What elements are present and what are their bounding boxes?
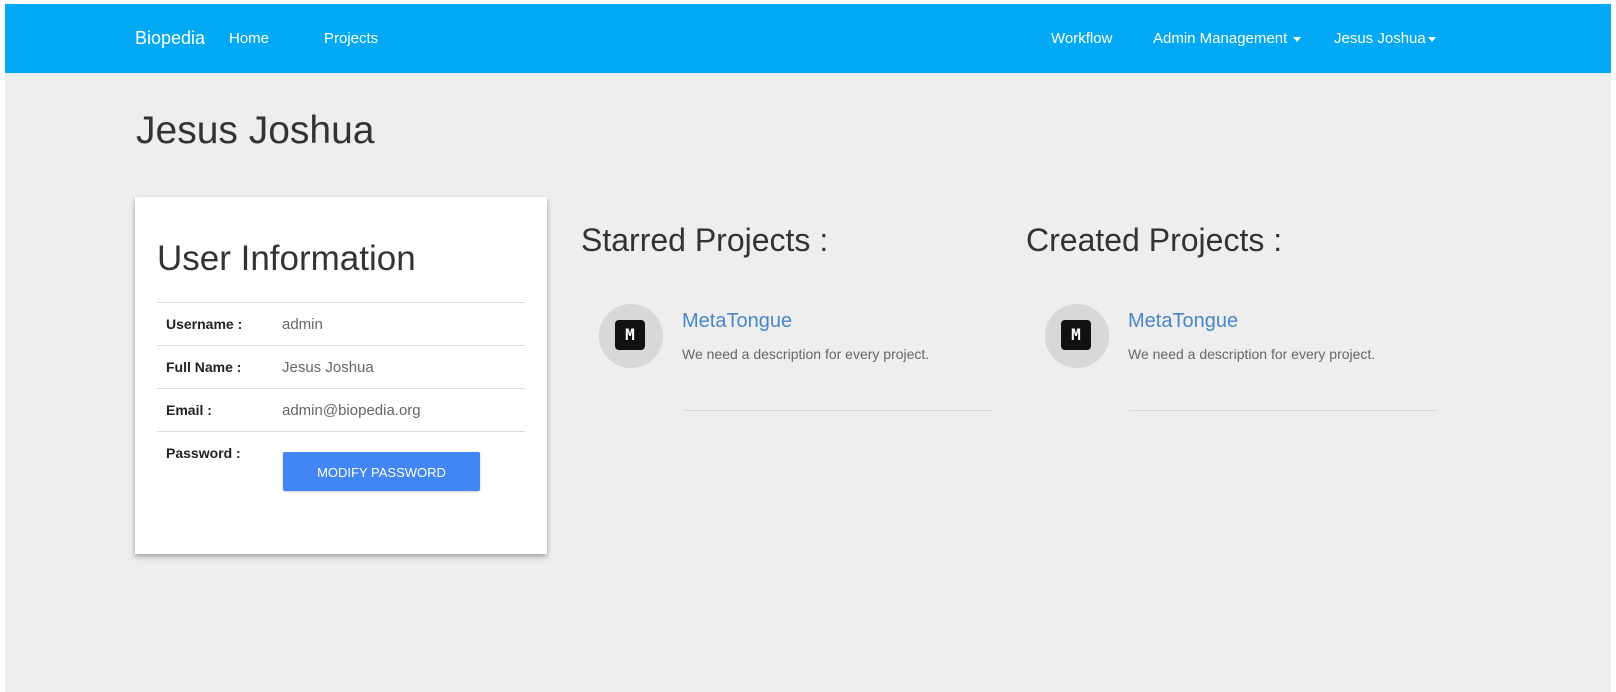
info-row-username: Username : admin <box>157 302 525 345</box>
user-information-title: User Information <box>157 239 416 278</box>
email-label: Email : <box>166 402 212 418</box>
project-description: We need a description for every project. <box>682 346 930 362</box>
project-name-link[interactable]: MetaTongue <box>1128 310 1238 333</box>
user-information-table: Username : admin Full Name : Jesus Joshu… <box>157 302 525 522</box>
username-value: admin <box>282 316 323 333</box>
top-navbar: Biopedia Home Projects Workflow Admin Ma… <box>5 4 1611 73</box>
project-logo-icon: M <box>615 320 645 350</box>
nav-projects-link[interactable]: Projects <box>324 4 378 73</box>
info-row-password: Password : MODIFY PASSWORD <box>157 431 525 522</box>
created-projects-title: Created Projects : <box>1026 222 1283 258</box>
created-project-item: M MetaTongue We need a description for e… <box>1045 302 1445 412</box>
project-logo-icon: M <box>1061 320 1091 350</box>
project-description: We need a description for every project. <box>1128 346 1376 362</box>
modify-password-button[interactable]: MODIFY PASSWORD <box>283 452 480 491</box>
username-label: Username : <box>166 316 243 332</box>
nav-admin-management-dropdown[interactable]: Admin Management <box>1153 4 1302 73</box>
project-avatar: M <box>1045 304 1109 368</box>
app-frame: Biopedia Home Projects Workflow Admin Ma… <box>5 4 1611 692</box>
user-information-card: User Information Username : admin Full N… <box>135 197 547 554</box>
caret-down-icon <box>1427 36 1436 42</box>
starred-project-item: M MetaTongue We need a description for e… <box>599 302 999 412</box>
divider <box>1129 410 1438 411</box>
nav-user-dropdown[interactable]: Jesus Joshua <box>1334 4 1436 73</box>
full-name-value: Jesus Joshua <box>282 359 374 376</box>
nav-workflow-link[interactable]: Workflow <box>1051 4 1112 73</box>
password-label: Password : <box>166 445 241 461</box>
email-value: admin@biopedia.org <box>282 402 421 419</box>
admin-management-label: Admin Management <box>1153 30 1288 47</box>
info-row-full-name: Full Name : Jesus Joshua <box>157 345 525 388</box>
project-name-link[interactable]: MetaTongue <box>682 310 792 333</box>
divider <box>683 410 992 411</box>
page-title: Jesus Joshua <box>136 109 375 152</box>
user-menu-label: Jesus Joshua <box>1334 30 1426 47</box>
caret-down-icon <box>1293 36 1302 42</box>
brand-link[interactable]: Biopedia <box>135 4 205 73</box>
starred-projects-title: Starred Projects : <box>581 222 829 258</box>
full-name-label: Full Name : <box>166 359 242 375</box>
project-avatar: M <box>599 304 663 368</box>
nav-home-link[interactable]: Home <box>229 4 269 73</box>
info-row-email: Email : admin@biopedia.org <box>157 388 525 431</box>
